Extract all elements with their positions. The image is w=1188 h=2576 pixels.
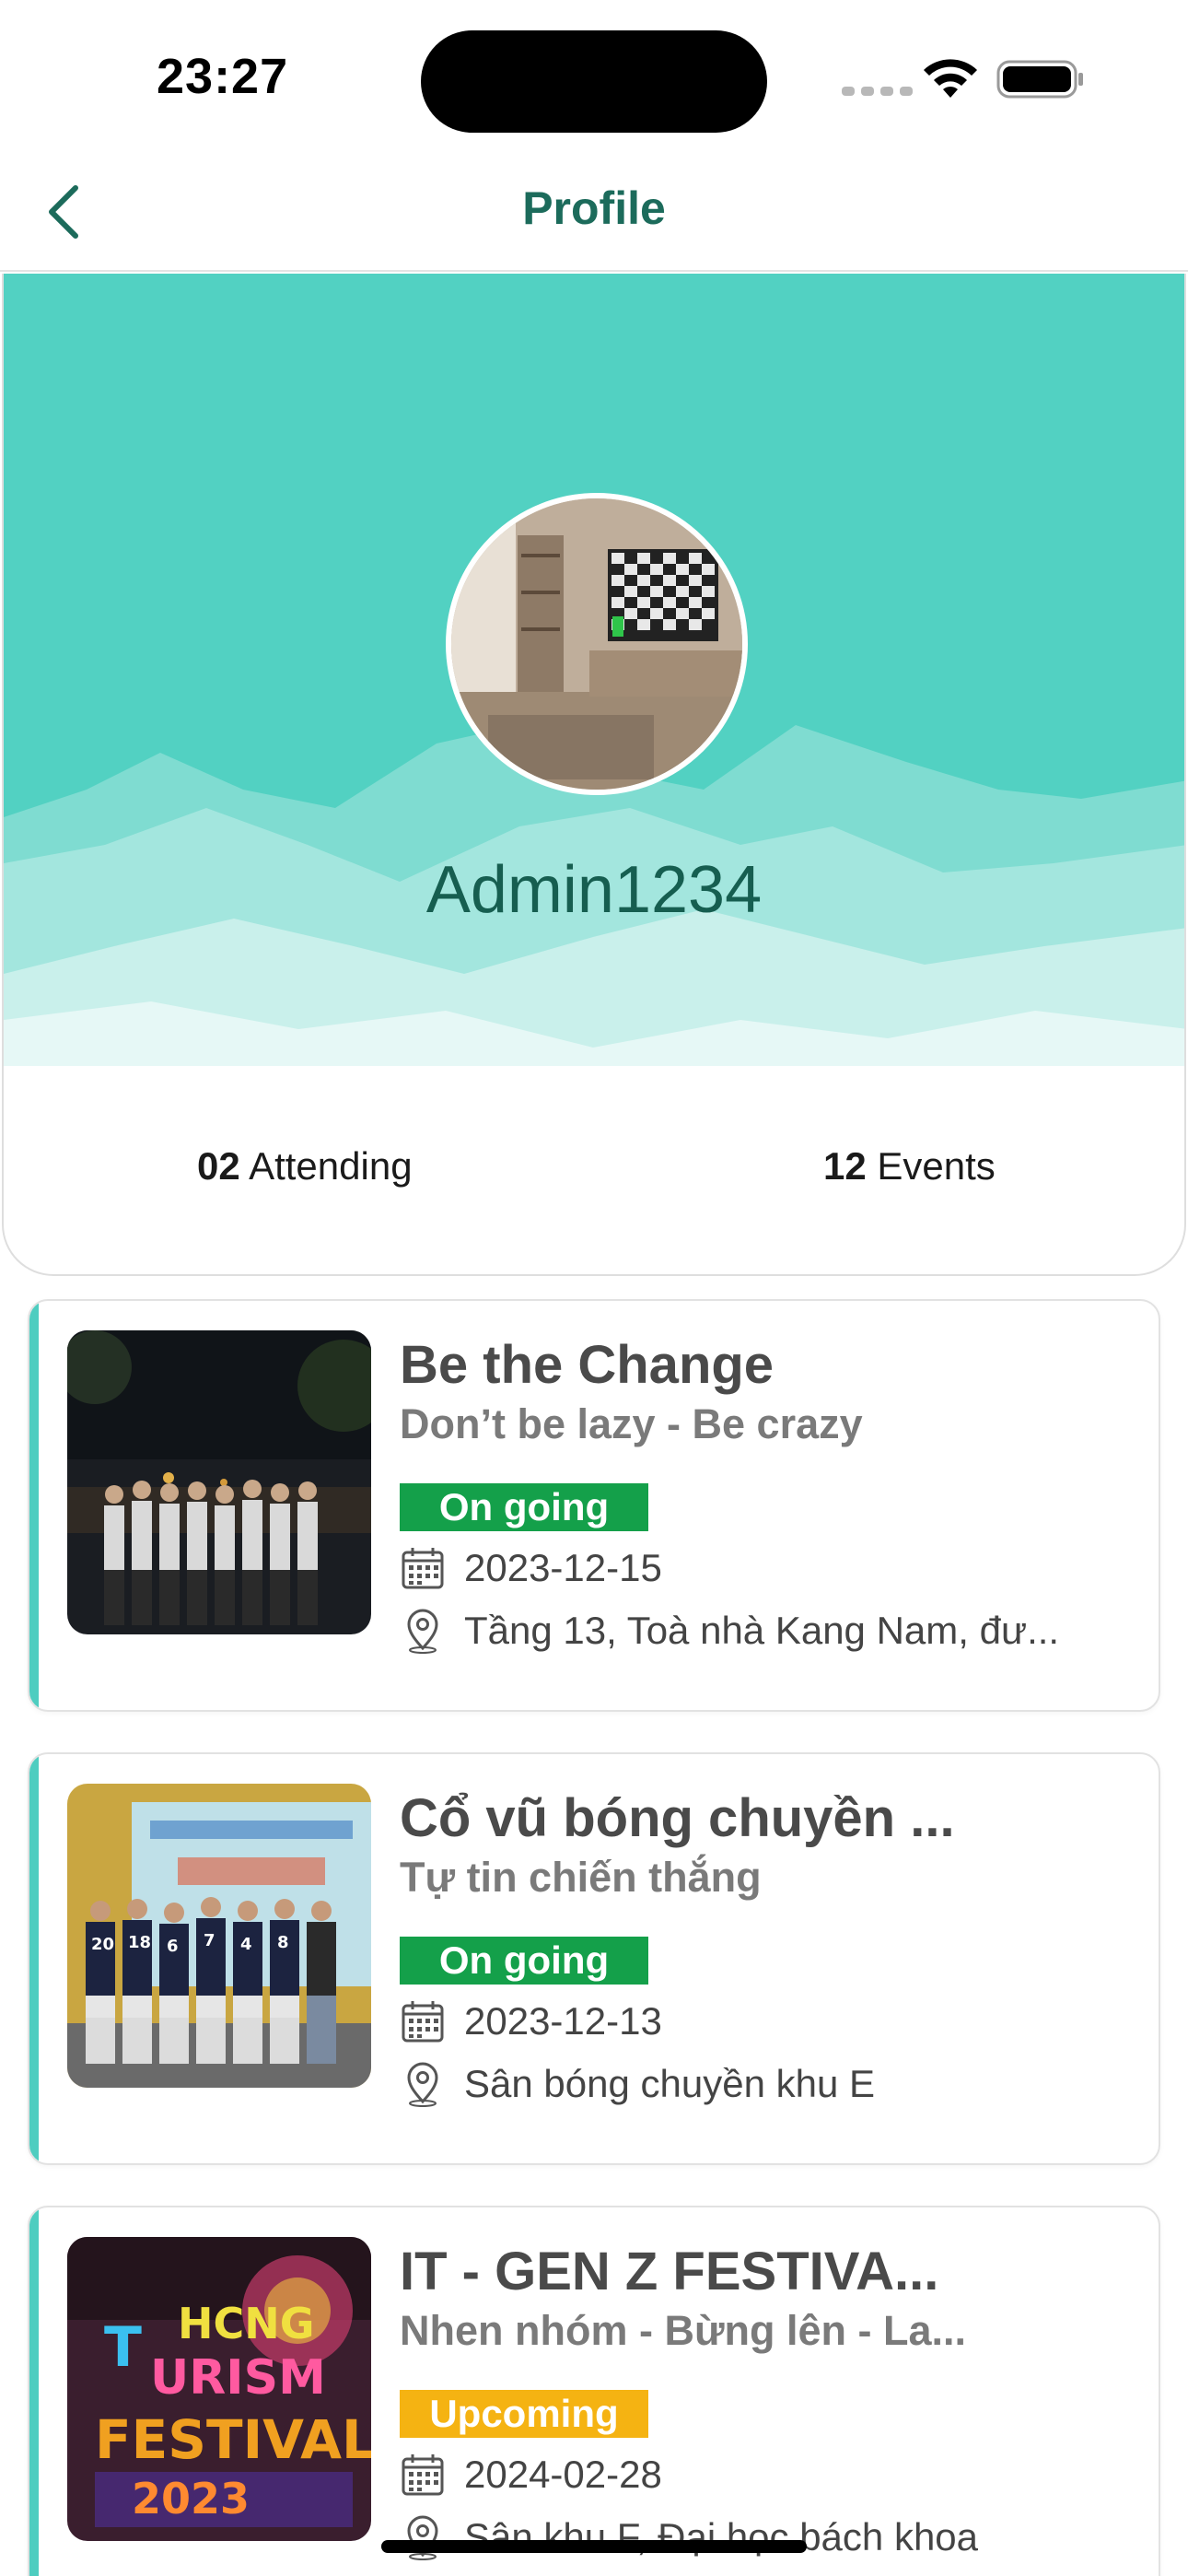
svg-text:8: 8: [277, 1933, 289, 1952]
svg-text:URISM: URISM: [150, 2350, 326, 2406]
status-badge: Upcoming: [400, 2389, 648, 2438]
calendar-icon: [402, 1547, 444, 1589]
avatar[interactable]: [446, 493, 748, 795]
svg-text:18: 18: [128, 1933, 151, 1952]
home-indicator[interactable]: [381, 2540, 807, 2553]
event-location-row: Tầng 13, Toà nhà Kang Nam, đư...: [400, 1605, 1136, 1657]
username: Admin1234: [425, 853, 763, 927]
event-subtitle: Tự tin chiến thắng: [400, 1853, 762, 1901]
svg-text:20: 20: [91, 1935, 114, 1954]
event-subtitle: Don’t be lazy - Be crazy: [400, 1399, 863, 1447]
event-location-row: Sân bóng chuyền khu E: [400, 2058, 1136, 2110]
stat-events[interactable]: 12 Events: [823, 1144, 996, 1188]
stat-attending[interactable]: 02 Attending: [197, 1144, 413, 1188]
event-info: IT - GEN Z FESTIVA... Nhen nhóm - Bừng l…: [400, 2242, 1136, 2563]
event-date-row: 2023-12-13: [400, 1996, 1136, 2047]
event-thumbnail: [67, 1330, 371, 1634]
events-count: 12: [823, 1144, 867, 1188]
status-time: 23:27: [157, 49, 289, 104]
dynamic-island: [421, 30, 767, 133]
nav-bar: Profile: [0, 157, 1188, 272]
location-pin-icon: [407, 2515, 438, 2560]
svg-text:6: 6: [167, 1937, 179, 1956]
location-pin-icon: [407, 2062, 438, 2107]
battery-icon: [996, 60, 1083, 99]
status-badge: On going: [400, 1482, 648, 1531]
attending-label: Attending: [249, 1144, 413, 1188]
event-title: Be the Change: [400, 1336, 775, 1395]
wifi-icon: [924, 59, 977, 98]
event-thumbnail: 20 18 6 7 4 8: [67, 1784, 371, 2088]
attending-count: 02: [197, 1144, 240, 1188]
svg-text:FESTIVAL: FESTIVAL: [95, 2408, 371, 2471]
events-label: Events: [877, 1144, 996, 1188]
location-pin-icon: [407, 1609, 438, 1654]
event-title: Cổ vũ bóng chuyền ...: [400, 1789, 955, 1848]
event-info: Cổ vũ bóng chuyền ... Tự tin chiến thắng…: [400, 1789, 1136, 2110]
event-date: 2024-02-28: [464, 2452, 662, 2496]
svg-text:HCNG: HCNG: [178, 2299, 315, 2348]
event-date: 2023-12-13: [464, 1998, 662, 2043]
event-location: Sân bóng chuyền khu E: [464, 2061, 876, 2105]
svg-text:4: 4: [240, 1935, 252, 1954]
avatar-image: [451, 498, 742, 790]
event-thumbnail: T HCNG URISM FESTIVAL 2023: [67, 2237, 371, 2541]
svg-text:T: T: [104, 2315, 142, 2380]
event-card[interactable]: Be the Change Don’t be lazy - Be crazy O…: [28, 1299, 1160, 1712]
event-info: Be the Change Don’t be lazy - Be crazy O…: [400, 1336, 1136, 1657]
calendar-icon: [402, 2453, 444, 2496]
signal-icon: [842, 87, 913, 96]
event-location: Tầng 13, Toà nhà Kang Nam, đư...: [464, 1608, 1060, 1652]
status-bar: 23:27: [0, 0, 1188, 157]
page-title: Profile: [522, 182, 666, 234]
calendar-icon: [402, 2000, 444, 2043]
event-date: 2023-12-15: [464, 1545, 662, 1589]
event-card[interactable]: T HCNG URISM FESTIVAL 2023 IT - GEN Z FE…: [28, 2206, 1160, 2576]
event-title: IT - GEN Z FESTIVA...: [400, 2242, 939, 2301]
profile-header: Admin1234 02 Attending 12 Events: [2, 274, 1186, 1276]
event-date-row: 2023-12-15: [400, 1542, 1136, 1594]
event-date-row: 2024-02-28: [400, 2449, 1136, 2500]
event-location-row: Sân khu F, Đại học bách khoa: [400, 2512, 1136, 2563]
status-badge: On going: [400, 1936, 648, 1985]
profile-stats: 02 Attending 12 Events: [4, 1144, 1184, 1209]
svg-text:7: 7: [204, 1931, 215, 1950]
event-card[interactable]: 20 18 6 7 4 8 Cổ vũ bóng chuyền ... Tự tin ch…: [28, 1752, 1160, 2165]
event-subtitle: Nhen nhóm - Bừng lên - La...: [400, 2306, 967, 2354]
svg-text:2023: 2023: [132, 2474, 250, 2523]
